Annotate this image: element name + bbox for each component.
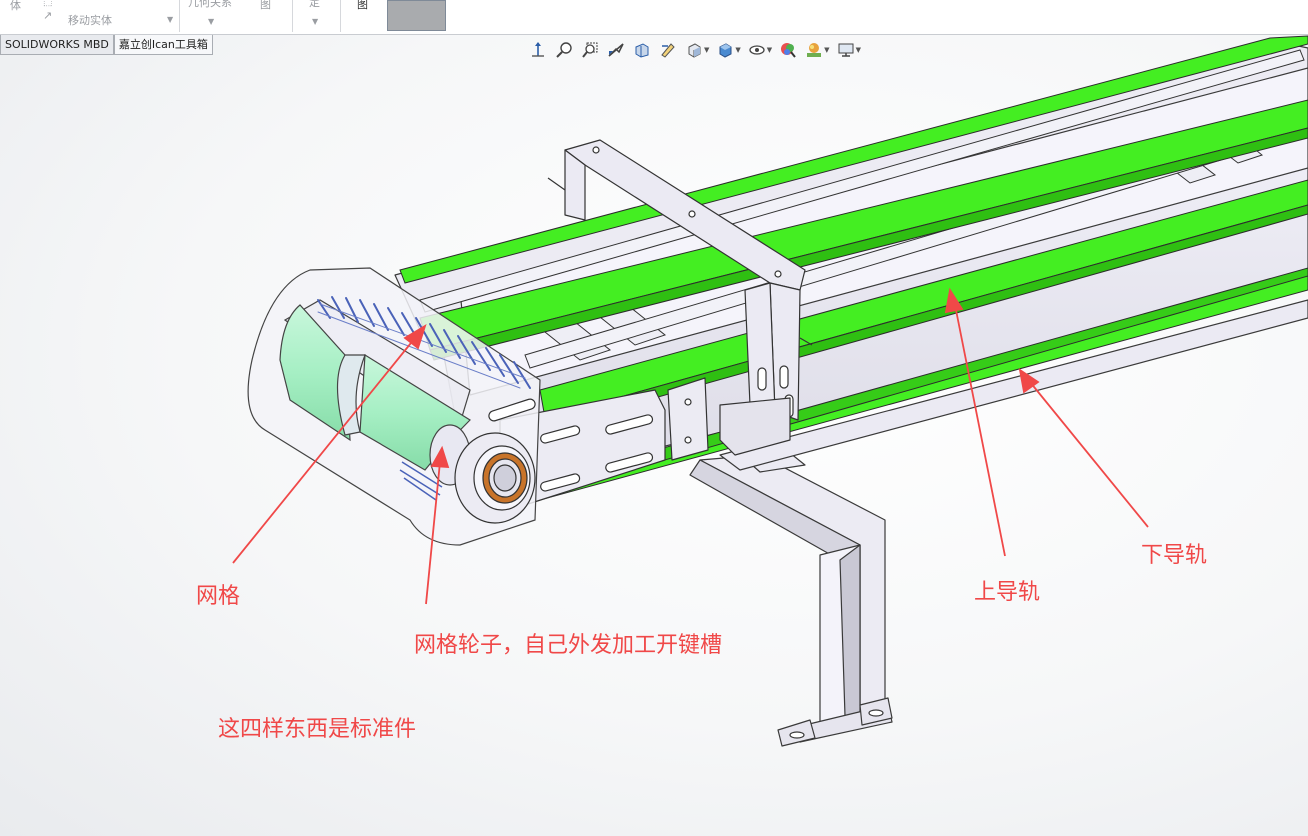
ribbon-selected-button[interactable] xyxy=(387,0,446,31)
ribbon-move-body-button[interactable]: 移动实体 xyxy=(68,12,112,28)
display-style-icon[interactable] xyxy=(715,40,735,60)
scene-dropdown-icon[interactable]: ▼ xyxy=(824,46,829,54)
tab-ican-toolbox[interactable]: 嘉立创Ican工具箱 xyxy=(113,35,213,55)
ribbon-fix-button[interactable]: 定 xyxy=(309,0,320,10)
move-dropdown-icon[interactable]: ▼ xyxy=(167,15,173,24)
zoom-area-icon[interactable] xyxy=(580,40,600,60)
fix-dropdown-icon[interactable]: ▼ xyxy=(312,17,318,26)
tab-solidworks-mbd[interactable]: SOLIDWORKS MBD xyxy=(0,35,114,55)
view-orientation-icon[interactable] xyxy=(528,40,548,60)
ribbon-separator xyxy=(179,0,180,32)
dynamic-annotation-icon[interactable] xyxy=(658,40,678,60)
move-arrows-icon: ↗ xyxy=(43,9,53,22)
ribbon-relations-button[interactable]: 几何关系 xyxy=(188,0,232,10)
annotation-standard-parts: 这四样东西是标准件 xyxy=(218,717,417,742)
hide-show-dropdown-icon[interactable]: ▼ xyxy=(767,46,772,54)
ribbon-separator xyxy=(292,0,293,32)
annotation-lower-rail: 下导轨 xyxy=(1141,543,1208,568)
ribbon-sketch-button[interactable]: 图 xyxy=(357,0,368,12)
display-style-dropdown-icon[interactable]: ▼ xyxy=(735,46,740,54)
edit-appearance-icon[interactable] xyxy=(778,40,798,60)
hide-show-items-icon[interactable] xyxy=(747,40,767,60)
previous-view-icon[interactable] xyxy=(606,40,626,60)
section-view-icon[interactable] xyxy=(632,40,652,60)
apply-scene-icon[interactable] xyxy=(804,40,824,60)
ribbon-view-button[interactable]: 图 xyxy=(260,0,271,12)
annotation-mesh: 网格 xyxy=(196,584,241,609)
ribbon-body-button[interactable]: 体 xyxy=(10,0,21,13)
orientation-dropdown-icon[interactable]: ▼ xyxy=(704,46,709,54)
view-settings-dropdown-icon[interactable]: ▼ xyxy=(856,46,861,54)
move-body-icon: ⬚ xyxy=(43,0,53,8)
relations-dropdown-icon[interactable]: ▼ xyxy=(208,17,214,26)
support-leg xyxy=(689,444,893,747)
command-ribbon: 体 ⬚ ↗ 移动实体 ▼ 几何关系 ▼ 图 定 ▼ 图 xyxy=(0,0,1308,35)
heads-up-view-toolbar: ▼ ▼ ▼ ▼ ▼ xyxy=(528,38,867,62)
view-orientation-cube-icon[interactable] xyxy=(684,40,704,60)
annotation-mesh-wheel: 网格轮子，自己外发加工开键槽 xyxy=(414,633,723,658)
graphics-viewport[interactable] xyxy=(0,0,1308,836)
ribbon-separator xyxy=(340,0,341,32)
command-tabs: SOLIDWORKS MBD 嘉立创Ican工具箱 xyxy=(0,35,213,55)
view-settings-icon[interactable] xyxy=(836,40,856,60)
annotation-upper-rail: 上导轨 xyxy=(974,580,1041,605)
zoom-to-fit-icon[interactable] xyxy=(554,40,574,60)
